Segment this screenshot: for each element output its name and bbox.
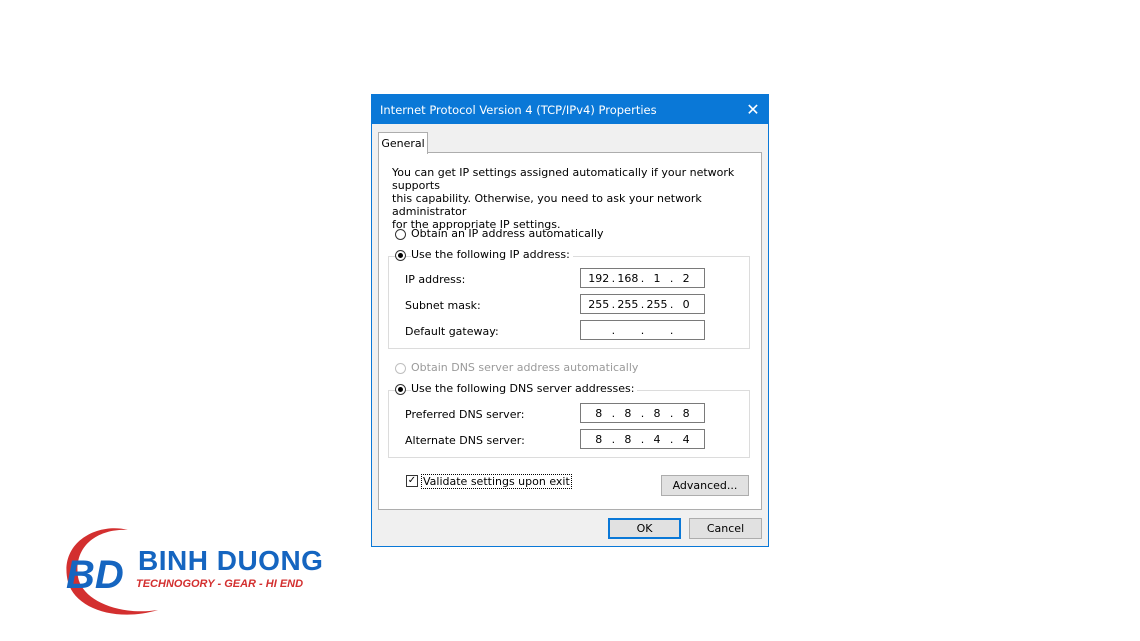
validate-settings-label[interactable]: Validate settings upon exit — [421, 474, 572, 489]
obtain-dns-auto-label[interactable]: Obtain DNS server address automatically — [411, 361, 638, 374]
default-gateway-field[interactable]: . . . — [580, 320, 705, 340]
obtain-ip-auto-radio[interactable] — [395, 229, 406, 240]
obtain-dns-auto-radio[interactable] — [395, 363, 406, 374]
logo-tagline: TECHNOGORY - GEAR - HI END — [136, 578, 304, 590]
close-icon[interactable]: ✕ — [738, 95, 768, 124]
ok-button[interactable]: OK — [608, 518, 681, 539]
tab-general[interactable]: General — [378, 132, 428, 154]
use-following-ip-label[interactable]: Use the following IP address: — [411, 248, 573, 261]
advanced-button[interactable]: Advanced... — [661, 475, 749, 496]
dialog-title: Internet Protocol Version 4 (TCP/IPv4) P… — [380, 103, 657, 117]
cancel-button[interactable]: Cancel — [689, 518, 762, 539]
general-panel: You can get IP settings assigned automat… — [378, 152, 762, 510]
subnet-mask-label: Subnet mask: — [405, 299, 481, 312]
tcp-ipv4-properties-dialog: Internet Protocol Version 4 (TCP/IPv4) P… — [371, 94, 769, 547]
subnet-mask-field[interactable]: 255. 255. 255. 0 — [580, 294, 705, 314]
logo-brand-name: BINH DUONG — [138, 545, 324, 576]
preferred-dns-label: Preferred DNS server: — [405, 408, 525, 421]
title-bar[interactable]: Internet Protocol Version 4 (TCP/IPv4) P… — [372, 95, 768, 124]
preferred-dns-field[interactable]: 8. 8. 8. 8 — [580, 403, 705, 423]
obtain-ip-auto-label[interactable]: Obtain an IP address automatically — [411, 227, 604, 240]
logo-monogram: BD — [66, 553, 124, 597]
description-text: You can get IP settings assigned automat… — [392, 166, 735, 231]
use-following-dns-radio[interactable] — [395, 384, 406, 395]
ip-address-label: IP address: — [405, 273, 466, 286]
use-following-dns-label[interactable]: Use the following DNS server addresses: — [411, 382, 638, 395]
alternate-dns-field[interactable]: 8. 8. 4. 4 — [580, 429, 705, 449]
use-following-ip-radio[interactable] — [395, 250, 406, 261]
alternate-dns-label: Alternate DNS server: — [405, 434, 525, 447]
validate-settings-checkbox[interactable]: ✓ — [406, 475, 418, 487]
ip-address-field[interactable]: 192. 168. 1. 2 — [580, 268, 705, 288]
default-gateway-label: Default gateway: — [405, 325, 499, 338]
